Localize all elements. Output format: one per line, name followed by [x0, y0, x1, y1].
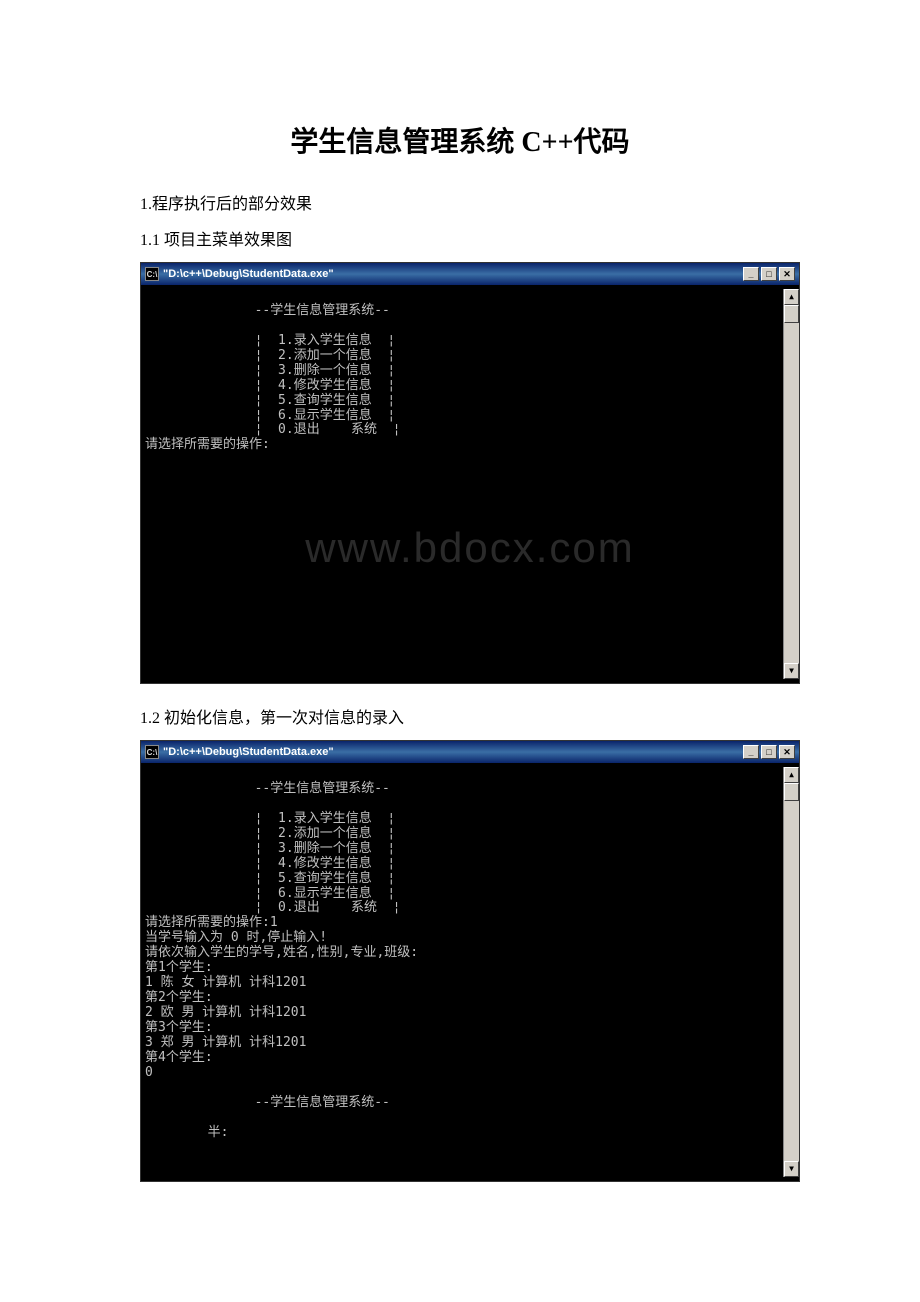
scroll-track[interactable] — [784, 305, 799, 663]
console-content: --学生信息管理系统-- ¦ 1.录入学生信息 ¦ ¦ 2.添加一个信息 ¦ ¦… — [145, 767, 783, 1177]
scroll-up-button[interactable]: ▲ — [784, 289, 799, 305]
scroll-down-button[interactable]: ▼ — [784, 663, 799, 679]
console-window-1: C:\ "D:\c++\Debug\StudentData.exe" _ □ ✕… — [140, 262, 800, 684]
cmd-icon: C:\ — [145, 267, 159, 281]
menu-items: ¦ 1.录入学生信息 ¦ ¦ 2.添加一个信息 ¦ ¦ 3.删除一个信息 ¦ ¦… — [145, 811, 401, 916]
page-title: 学生信息管理系统 C++代码 — [140, 120, 780, 160]
watermark: www.bdocx.com — [305, 524, 634, 572]
section-1-1: 1.1 项目主菜单效果图 — [140, 226, 780, 250]
console-content: --学生信息管理系统-- ¦ 1.录入学生信息 ¦ ¦ 2.添加一个信息 ¦ ¦… — [145, 289, 783, 679]
maximize-button[interactable]: □ — [761, 267, 777, 281]
close-button[interactable]: ✕ — [779, 745, 795, 759]
console-window-2: C:\ "D:\c++\Debug\StudentData.exe" _ □ ✕… — [140, 740, 800, 1182]
scrollbar[interactable]: ▲ ▼ — [783, 767, 799, 1177]
console-body: --学生信息管理系统-- ¦ 1.录入学生信息 ¦ ¦ 2.添加一个信息 ¦ ¦… — [141, 285, 799, 683]
section-1-2: 1.2 初始化信息，第一次对信息的录入 — [140, 704, 780, 728]
console-body: --学生信息管理系统-- ¦ 1.录入学生信息 ¦ ¦ 2.添加一个信息 ¦ ¦… — [141, 763, 799, 1181]
session-body: 请选择所需要的操作:1 当学号输入为 0 时,停止输入! 请依次输入学生的学号,… — [145, 915, 418, 1079]
titlebar: C:\ "D:\c++\Debug\StudentData.exe" _ □ ✕ — [141, 263, 799, 285]
section-1: 1.程序执行后的部分效果 — [140, 190, 780, 214]
minimize-button[interactable]: _ — [743, 267, 759, 281]
maximize-button[interactable]: □ — [761, 745, 777, 759]
titlebar-title: "D:\c++\Debug\StudentData.exe" — [163, 268, 743, 280]
prompt: 请选择所需要的操作: — [145, 437, 270, 452]
scroll-thumb[interactable] — [784, 305, 799, 323]
scroll-track[interactable] — [784, 783, 799, 1161]
scroll-up-button[interactable]: ▲ — [784, 767, 799, 783]
titlebar-title: "D:\c++\Debug\StudentData.exe" — [163, 746, 743, 758]
minimize-button[interactable]: _ — [743, 745, 759, 759]
menu-footer: --学生信息管理系统-- — [145, 1095, 390, 1110]
menu-items: ¦ 1.录入学生信息 ¦ ¦ 2.添加一个信息 ¦ ¦ 3.删除一个信息 ¦ ¦… — [145, 333, 401, 438]
partial-line: 半: — [145, 1125, 228, 1140]
titlebar: C:\ "D:\c++\Debug\StudentData.exe" _ □ ✕ — [141, 741, 799, 763]
cmd-icon: C:\ — [145, 745, 159, 759]
scroll-thumb[interactable] — [784, 783, 799, 801]
window-buttons: _ □ ✕ — [743, 745, 795, 759]
close-button[interactable]: ✕ — [779, 267, 795, 281]
menu-header: --学生信息管理系统-- — [145, 303, 390, 318]
window-buttons: _ □ ✕ — [743, 267, 795, 281]
scroll-down-button[interactable]: ▼ — [784, 1161, 799, 1177]
menu-header: --学生信息管理系统-- — [145, 781, 390, 796]
scrollbar[interactable]: ▲ ▼ — [783, 289, 799, 679]
